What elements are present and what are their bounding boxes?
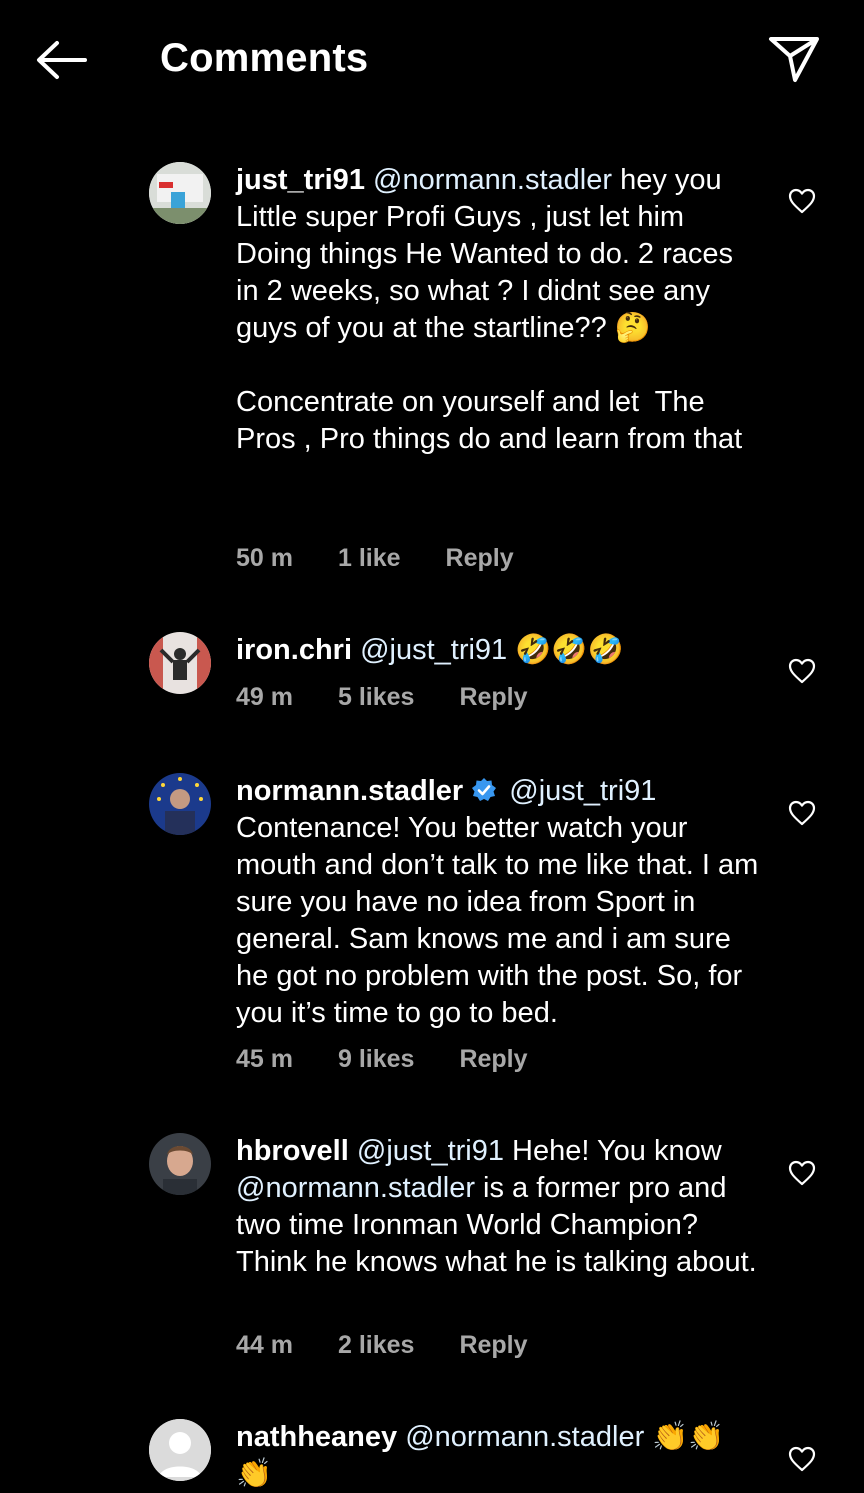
reply-button[interactable]: Reply — [459, 683, 527, 712]
comment-username[interactable]: nathheaney — [236, 1421, 397, 1453]
paper-plane-icon — [769, 37, 819, 82]
comment-text: just_tri91 @normann.stadler hey you Litt… — [236, 162, 761, 458]
verified-badge-icon — [472, 778, 497, 801]
heart-icon[interactable] — [788, 1446, 816, 1472]
comment-meta: 45 m 9 likes Reply — [236, 1041, 573, 1077]
comment-username[interactable]: hbrovell — [236, 1135, 349, 1167]
comment-body: hey you Little super Profi Guys , just l… — [236, 164, 743, 455]
comment-meta: 50 m 1 like Reply — [236, 540, 559, 576]
reply-button[interactable]: Reply — [459, 1331, 527, 1360]
comment-mention[interactable]: @normann.stadler — [405, 1421, 644, 1453]
comment-time: 49 m — [236, 682, 293, 711]
avatar-photo-icon — [149, 1133, 211, 1195]
comment-mention[interactable]: @just_tri91 — [509, 775, 656, 807]
avatar-photo-icon — [149, 162, 211, 224]
avatar-photo-icon — [149, 632, 211, 694]
comment-likes[interactable]: 9 likes — [338, 1045, 414, 1074]
comment-mention[interactable]: @just_tri91 — [357, 1135, 504, 1167]
comment-username[interactable]: iron.chri — [236, 634, 352, 666]
heart-icon[interactable] — [788, 658, 816, 684]
default-avatar-icon — [149, 1419, 211, 1481]
comment-text: normann.stadler @just_tri91 Contenance! … — [236, 773, 761, 1032]
comment-text: nathheaney @normann.stadler 👏👏 👏 — [236, 1419, 761, 1493]
top-bar: Comments — [0, 0, 864, 120]
comment-mention[interactable]: @normann.stadler — [236, 1172, 475, 1204]
page-title: Comments — [160, 36, 369, 80]
comment-text: hbrovell @just_tri91 Hehe! You know @nor… — [236, 1133, 761, 1281]
comment-meta: 44 m 2 likes Reply — [236, 1327, 573, 1363]
comment-username[interactable]: just_tri91 — [236, 164, 365, 196]
reply-button[interactable]: Reply — [446, 544, 514, 573]
avatar[interactable] — [149, 162, 211, 224]
comment-username[interactable]: normann.stadler — [236, 775, 463, 807]
comment-time: 44 m — [236, 1330, 293, 1359]
avatar[interactable] — [149, 1419, 211, 1481]
arrow-left-icon — [37, 41, 87, 79]
comment-time: 50 m — [236, 543, 293, 572]
comment-body-part: Hehe! You know — [504, 1135, 730, 1167]
avatar[interactable] — [149, 773, 211, 835]
comment-body: 🤣🤣🤣 — [507, 634, 624, 666]
reply-button[interactable]: Reply — [459, 1045, 527, 1074]
avatar[interactable] — [149, 632, 211, 694]
heart-icon[interactable] — [788, 188, 816, 214]
comment-mention[interactable]: @just_tri91 — [360, 634, 507, 666]
comment-likes[interactable]: 2 likes — [338, 1331, 414, 1360]
comment-mention[interactable]: @normann.stadler — [373, 164, 612, 196]
share-button[interactable] — [764, 30, 824, 88]
avatar[interactable] — [149, 1133, 211, 1195]
back-button[interactable] — [32, 36, 90, 84]
comment-likes[interactable]: 5 likes — [338, 683, 414, 712]
avatar-photo-icon — [149, 773, 211, 835]
comment-meta: 49 m 5 likes Reply — [236, 679, 573, 715]
heart-icon[interactable] — [788, 800, 816, 826]
comment-body: Contenance! You better watch your mouth … — [236, 812, 759, 1029]
heart-icon[interactable] — [788, 1160, 816, 1186]
comment-likes[interactable]: 1 like — [338, 544, 401, 573]
comment-text: iron.chri @just_tri91 🤣🤣🤣 — [236, 632, 761, 669]
comment-time: 45 m — [236, 1044, 293, 1073]
